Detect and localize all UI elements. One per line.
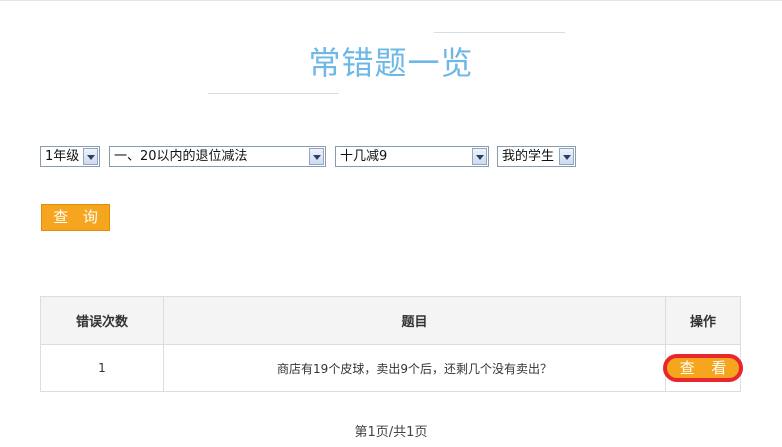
mistakes-table: 错误次数 题目 操作 1 商店有19个皮球，卖出9个后，还剩几个没有卖出？ 查 … [40, 296, 743, 392]
students-select[interactable]: 我的学生 [497, 146, 576, 167]
question-cell: 商店有19个皮球，卖出9个后，还剩几个没有卖出？ [163, 344, 666, 392]
grade-select-value: 1年级 [45, 149, 80, 164]
header-error-count: 错误次数 [40, 296, 164, 345]
chevron-down-icon[interactable] [559, 148, 574, 165]
view-button-wrap: 查 看 [663, 345, 743, 391]
query-button[interactable]: 查 询 [41, 204, 110, 231]
view-button[interactable]: 查 看 [663, 354, 743, 382]
chevron-down-icon[interactable] [309, 148, 324, 165]
table-row: 1 商店有19个皮球，卖出9个后，还剩几个没有卖出？ 查 看 [40, 344, 743, 392]
chevron-down-icon[interactable] [472, 148, 487, 165]
title-deco-line-bottom [208, 93, 339, 94]
title-deco-line-top [434, 32, 565, 33]
table-header-row: 错误次数 题目 操作 [40, 296, 741, 345]
unit-select-value: 一、20以内的退位减法 [114, 149, 248, 164]
students-select-value: 我的学生 [502, 149, 555, 164]
header-action: 操作 [665, 296, 741, 345]
topic-select[interactable]: 十几减9 [335, 146, 489, 167]
action-cell: 查 看 [663, 344, 743, 392]
pagination-info: 第1页/共1页 [354, 425, 428, 440]
top-border [0, 0, 782, 1]
page-title: 常错题一览 [308, 44, 474, 82]
unit-select[interactable]: 一、20以内的退位减法 [109, 146, 326, 167]
header-question: 题目 [163, 296, 666, 345]
chevron-down-icon[interactable] [83, 148, 98, 165]
topic-select-value: 十几减9 [340, 149, 388, 164]
grade-select[interactable]: 1年级 [40, 146, 100, 167]
error-count-cell: 1 [40, 344, 164, 392]
